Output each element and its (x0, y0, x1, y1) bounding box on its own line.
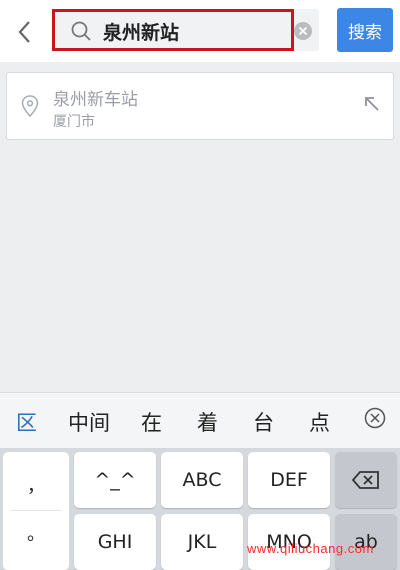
search-query-text[interactable]: 泉州新站 (103, 18, 179, 45)
suggestion-title: 泉州新车站 (53, 90, 138, 110)
suggestion-item[interactable]: 泉州新车站 厦门市 (6, 72, 394, 140)
search-icon (71, 21, 91, 41)
punctuation-key[interactable]: ， (3, 472, 69, 498)
candidate-item[interactable]: 区 (16, 407, 37, 437)
candidate-item[interactable]: 点 (309, 407, 330, 437)
candidate-item[interactable]: 中间 (68, 407, 110, 437)
key-emoticon[interactable]: ^_^ (74, 452, 156, 508)
chevron-left-icon[interactable] (14, 18, 36, 46)
candidate-item[interactable]: 在 (141, 407, 162, 437)
candidate-item[interactable]: 着 (197, 407, 218, 437)
key-ghi[interactable]: GHI (74, 514, 156, 570)
search-button[interactable]: 搜索 (337, 8, 393, 52)
close-circle-icon[interactable] (364, 407, 386, 429)
suggestion-subtitle: 厦门市 (53, 114, 95, 130)
backspace-icon (351, 471, 379, 489)
arrow-up-left-icon[interactable] (363, 95, 381, 113)
backspace-key[interactable] (335, 452, 397, 508)
candidate-item[interactable]: 台 (253, 407, 274, 437)
ime-candidate-bar: 区 中间 在 着 台 点 (0, 392, 400, 448)
location-pin-icon (21, 95, 39, 117)
watermark-text: www.qiliuchang.com (247, 541, 374, 556)
key-def[interactable]: DEF (248, 452, 330, 508)
divider (11, 510, 61, 511)
punctuation-column[interactable]: ， 。 (3, 452, 69, 570)
clear-icon[interactable] (293, 21, 313, 41)
key-abc[interactable]: ABC (161, 452, 243, 508)
punctuation-key[interactable]: 。 (3, 520, 69, 546)
key-jkl[interactable]: JKL (161, 514, 243, 570)
